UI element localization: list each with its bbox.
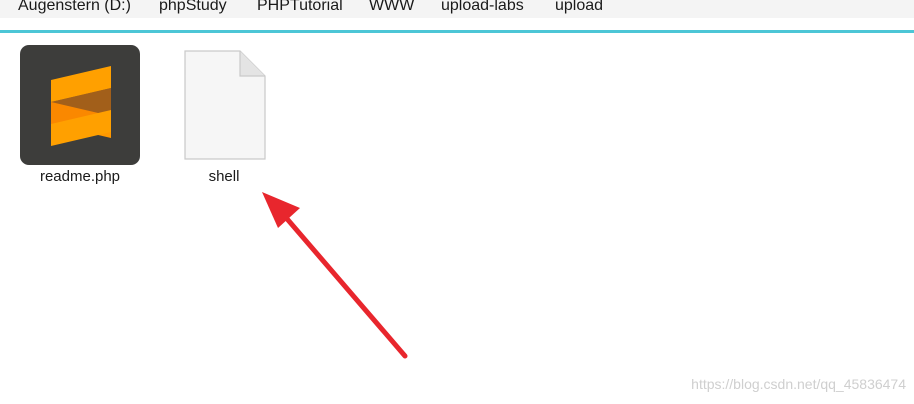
file-label-shell: shell <box>208 168 240 185</box>
file-label-readme: readme.php <box>39 168 121 185</box>
toolbar-strip <box>0 18 914 30</box>
watermark-text: https://blog.csdn.net/qq_45836474 <box>691 376 906 392</box>
breadcrumb-item-drive[interactable]: Augenstern (D:) <box>18 0 131 16</box>
breadcrumb-item-upload[interactable]: upload <box>555 0 603 16</box>
breadcrumb-item-www[interactable]: WWW <box>369 0 414 16</box>
accent-divider <box>0 30 914 33</box>
breadcrumb-item-upload-labs[interactable]: upload-labs <box>441 0 524 16</box>
blank-file-icon <box>184 50 266 160</box>
file-item-shell[interactable]: shell <box>172 48 276 192</box>
breadcrumb: Augenstern (D:) phpStudy PHPTutorial WWW… <box>0 0 914 19</box>
sublime-text-file-icon <box>20 45 140 165</box>
explorer-window: Augenstern (D:) phpStudy PHPTutorial WWW… <box>0 0 914 404</box>
breadcrumb-item-phptutorial[interactable]: PHPTutorial <box>257 0 343 16</box>
file-item-readme[interactable]: readme.php <box>18 42 142 192</box>
breadcrumb-item-phpstudy[interactable]: phpStudy <box>159 0 227 16</box>
